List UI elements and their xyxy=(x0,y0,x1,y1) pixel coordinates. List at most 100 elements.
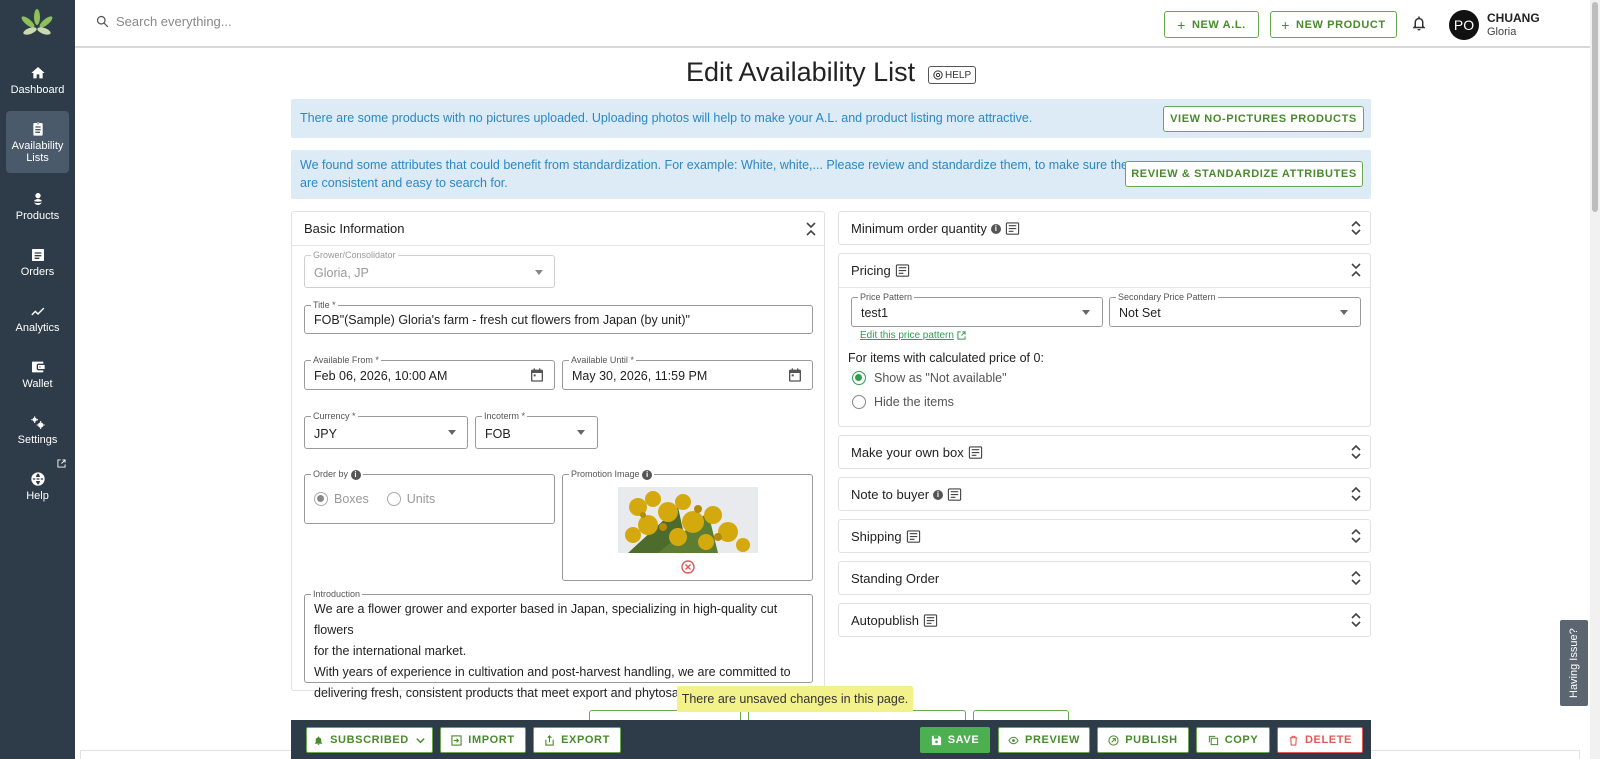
info-icon[interactable]: i xyxy=(642,470,653,480)
preview-button[interactable]: PREVIEW xyxy=(998,727,1090,753)
available-from-field[interactable]: Available From * Feb 06, 2026, 10:00 AM xyxy=(304,355,555,390)
import-label: IMPORT xyxy=(468,734,515,746)
export-button[interactable]: EXPORT xyxy=(533,727,621,753)
make-own-box-panel[interactable]: Make your own box xyxy=(838,435,1371,469)
collapse-icon[interactable] xyxy=(1350,262,1362,278)
shipping-panel[interactable]: Shipping xyxy=(838,519,1371,553)
copy-label: COPY xyxy=(1224,734,1259,746)
show-not-available-radio[interactable] xyxy=(852,371,866,385)
eye-icon xyxy=(1008,736,1019,744)
moq-title: Minimum order quantity xyxy=(851,221,987,236)
info-icon[interactable]: i xyxy=(350,470,361,480)
currency-select[interactable]: Currency * JPY xyxy=(304,411,468,449)
standing-order-panel[interactable]: Standing Order xyxy=(838,561,1371,595)
sidebar-item-help[interactable]: Help xyxy=(6,456,69,516)
no-pictures-text: There are some products with no pictures… xyxy=(300,111,1033,125)
expand-icon[interactable] xyxy=(1350,612,1362,628)
notes-icon xyxy=(947,488,962,501)
review-standardize-label: REVIEW & STANDARDIZE ATTRIBUTES xyxy=(1131,168,1357,180)
calendar-icon[interactable] xyxy=(787,367,803,383)
grower-select[interactable]: Grower/Consolidator Gloria, JP xyxy=(304,250,555,288)
divider xyxy=(839,287,1370,288)
shipping-title: Shipping xyxy=(851,529,902,544)
autopublish-panel[interactable]: Autopublish xyxy=(838,603,1371,637)
new-product-label: NEW PRODUCT xyxy=(1296,18,1386,31)
delete-button[interactable]: DELETE xyxy=(1277,727,1363,753)
view-no-pictures-button[interactable]: VIEW NO-PICTURES PRODUCTS xyxy=(1163,106,1364,132)
introduction-field[interactable]: Introduction We are a flower grower and … xyxy=(304,589,813,700)
available-until-field[interactable]: Available Until * May 30, 2026, 11:59 PM xyxy=(562,355,813,390)
new-al-button[interactable]: + NEW A.L. xyxy=(1164,11,1259,38)
having-issue-tab[interactable]: Having Issue? xyxy=(1560,620,1588,706)
show-not-available-option[interactable]: Show as "Not available" xyxy=(852,371,1007,385)
sidebar-item-label: Orders xyxy=(20,265,55,278)
panel-header[interactable]: Basic Information xyxy=(304,221,404,236)
sidebar-item-dashboard[interactable]: Dashboard xyxy=(6,50,69,110)
subscribed-button[interactable]: SUBSCRIBED xyxy=(306,727,433,753)
show-not-available-label: Show as "Not available" xyxy=(874,371,1007,385)
introduction-label: Introduction xyxy=(311,589,363,599)
expand-icon[interactable] xyxy=(1350,220,1362,236)
lifebuoy-icon xyxy=(933,70,943,80)
available-from-value: Feb 06, 2026, 10:00 AM xyxy=(314,369,448,383)
standardize-text: We found some attributes that could bene… xyxy=(300,156,1134,192)
user-subtitle: Gloria xyxy=(1487,26,1517,38)
price-pattern-label: Price Pattern xyxy=(858,292,915,302)
chevron-down-icon xyxy=(416,737,425,743)
sidebar-item-label: Analytics xyxy=(15,321,60,334)
sidebar-item-products[interactable]: Products xyxy=(6,176,69,236)
sidebar-item-settings[interactable]: Settings xyxy=(6,400,69,460)
expand-icon[interactable] xyxy=(1350,486,1362,502)
hide-items-radio[interactable] xyxy=(852,395,866,409)
save-label: SAVE xyxy=(947,734,980,746)
save-button[interactable]: SAVE xyxy=(920,727,990,753)
basic-information-panel: Basic Information Grower/Consolidator Gl… xyxy=(291,211,825,700)
new-product-button[interactable]: + NEW PRODUCT xyxy=(1270,11,1397,38)
sidebar-item-analytics[interactable]: Analytics xyxy=(6,288,69,348)
introduction-line: for the international market. xyxy=(314,644,467,658)
info-icon[interactable]: i xyxy=(933,489,944,500)
panel-header[interactable]: Pricing xyxy=(851,263,910,278)
hide-items-option[interactable]: Hide the items xyxy=(852,395,954,409)
calendar-icon[interactable] xyxy=(529,367,545,383)
moq-panel[interactable]: Minimum order quantity i xyxy=(838,211,1371,245)
publish-label: PUBLISH xyxy=(1125,734,1178,746)
title-field[interactable]: Title * FOB"(Sample) Gloria's farm - fre… xyxy=(304,300,813,334)
import-button[interactable]: IMPORT xyxy=(440,727,526,753)
help-button[interactable]: HELP xyxy=(928,66,977,84)
search-input[interactable] xyxy=(116,14,416,29)
units-radio[interactable] xyxy=(386,492,401,506)
sidebar-item-wallet[interactable]: Wallet xyxy=(6,344,69,404)
info-icon[interactable]: i xyxy=(990,223,1001,234)
incoterm-select[interactable]: Incoterm * FOB xyxy=(475,411,598,449)
secondary-price-pattern-select[interactable]: Secondary Price Pattern Not Set xyxy=(1109,292,1361,327)
expand-icon[interactable] xyxy=(1350,528,1362,544)
globe-icon xyxy=(30,471,45,486)
bell-icon[interactable] xyxy=(1410,14,1428,32)
remove-image-icon[interactable] xyxy=(681,560,695,574)
pricing-panel: Pricing Price Pattern test1 Secondary Pr… xyxy=(838,253,1371,427)
scrollbar-thumb[interactable] xyxy=(1592,2,1598,212)
panel-header: Minimum order quantity i xyxy=(851,221,1020,236)
logo-icon[interactable] xyxy=(19,9,55,39)
review-standardize-button[interactable]: REVIEW & STANDARDIZE ATTRIBUTES xyxy=(1125,161,1363,187)
chevron-down-icon xyxy=(577,430,585,435)
note-to-buyer-panel[interactable]: Note to buyer i xyxy=(838,477,1371,511)
avatar[interactable]: PO xyxy=(1449,10,1479,40)
promotion-image-box: Promotion Image i xyxy=(562,469,813,581)
panel-header: Autopublish xyxy=(851,613,938,628)
scrollbar[interactable] xyxy=(1590,0,1600,759)
edit-price-pattern-link[interactable]: Edit this price pattern xyxy=(860,330,966,341)
expand-icon[interactable] xyxy=(1350,570,1362,586)
copy-button[interactable]: COPY xyxy=(1196,727,1270,753)
expand-icon[interactable] xyxy=(1350,444,1362,460)
boxes-radio[interactable] xyxy=(314,492,328,506)
sidebar-item-orders[interactable]: Orders xyxy=(6,232,69,292)
price-pattern-select[interactable]: Price Pattern test1 xyxy=(851,292,1103,327)
incoterm-value: FOB xyxy=(485,427,511,441)
publish-button[interactable]: PUBLISH xyxy=(1097,727,1189,753)
collapse-icon[interactable] xyxy=(805,221,817,237)
promotion-image[interactable] xyxy=(618,487,758,553)
search-box[interactable] xyxy=(95,14,416,29)
sidebar-item-availability-lists[interactable]: Availability Lists xyxy=(6,111,69,173)
